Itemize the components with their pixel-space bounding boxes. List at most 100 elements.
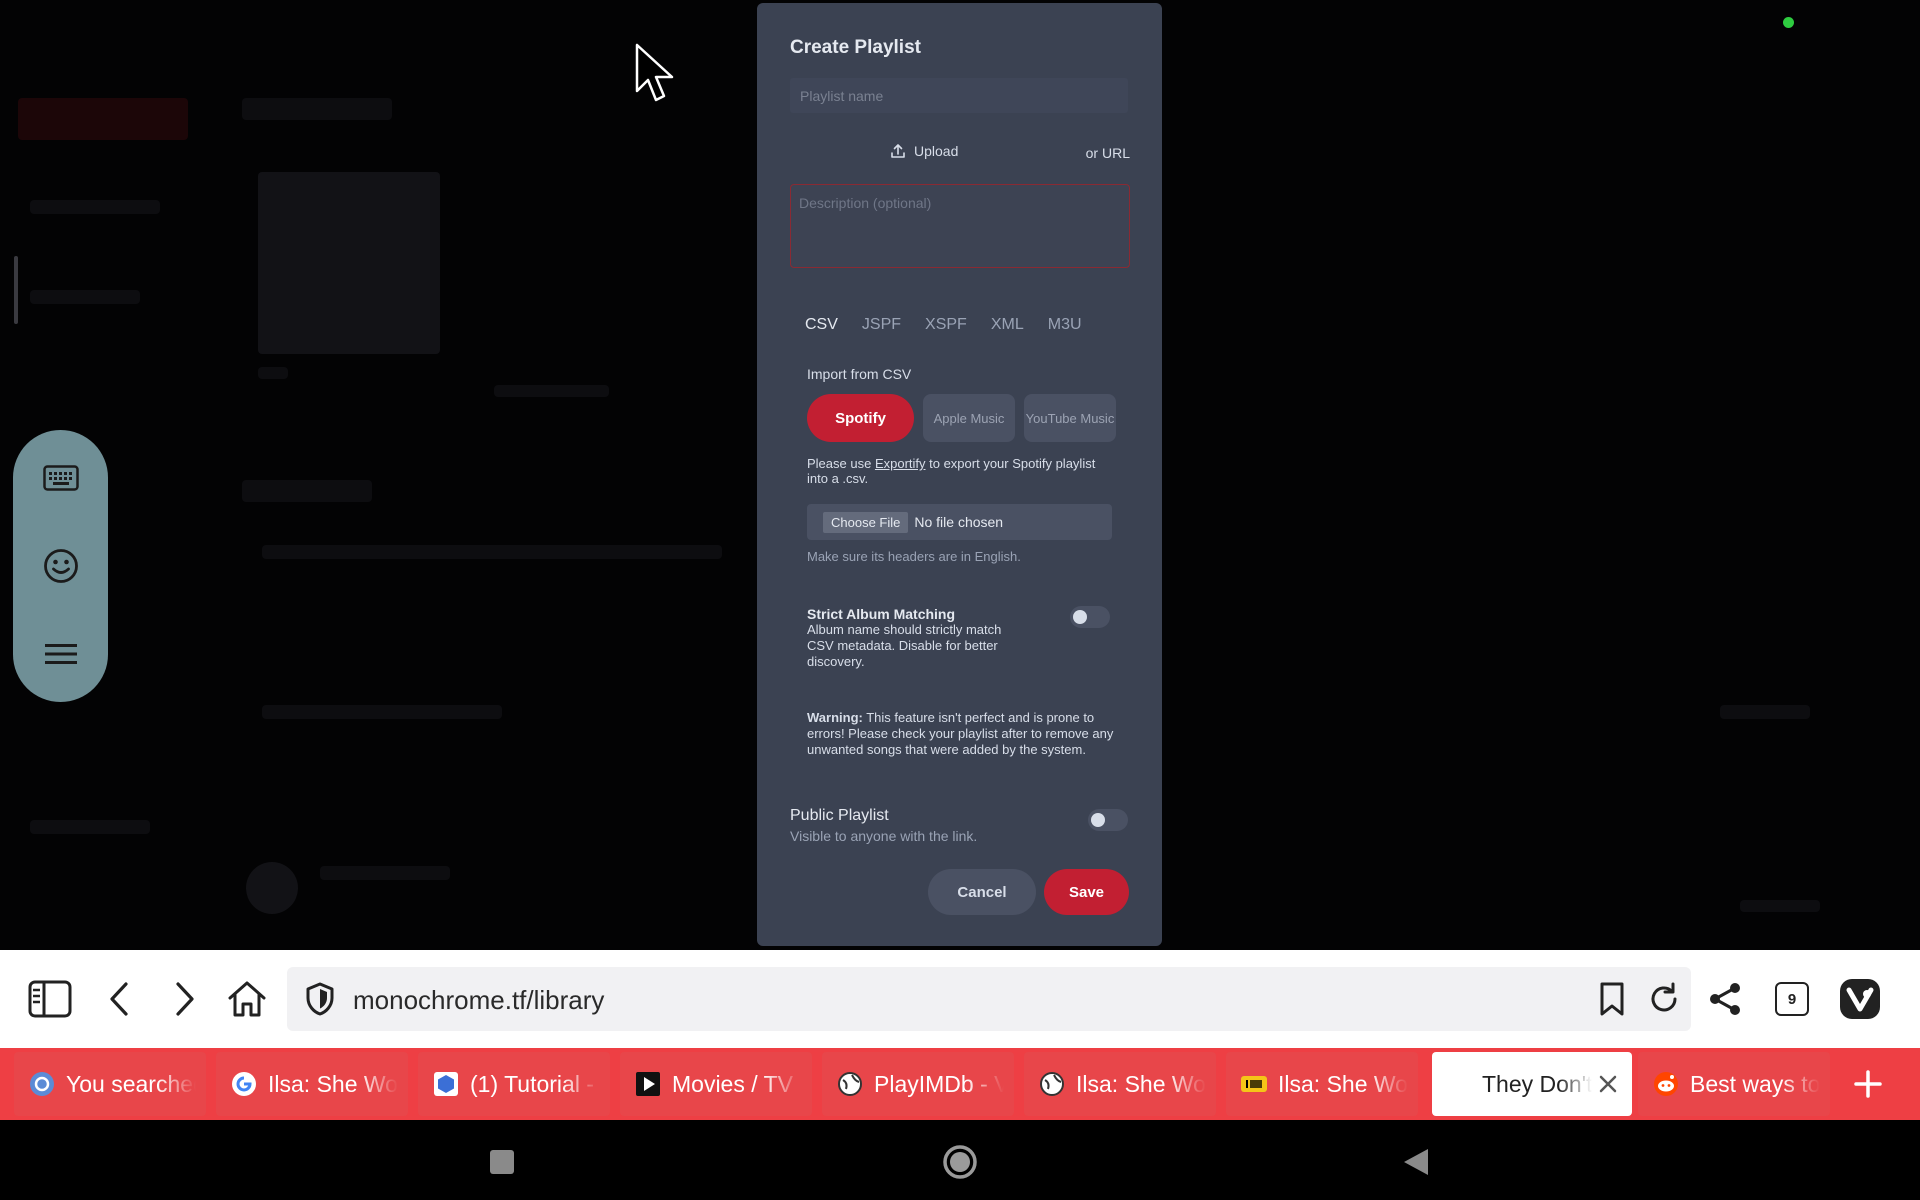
backdrop-text: [258, 367, 288, 379]
browser-tab[interactable]: Ilsa: She Wolf: [216, 1052, 408, 1116]
close-icon: [1599, 1075, 1617, 1093]
tab-title: (1) Tutorial -: [470, 1070, 594, 1097]
shield-icon: [306, 982, 334, 1016]
backdrop-row: [262, 705, 502, 719]
url-text[interactable]: monochrome.tf/library: [353, 985, 604, 1016]
backdrop-logo: [18, 98, 188, 140]
tab-title: Ilsa: She Wolf: [268, 1070, 398, 1097]
browser-tab[interactable]: Ilsa: She Wolf: [1024, 1052, 1216, 1116]
strict-matching-toggle[interactable]: [1070, 606, 1110, 628]
import-source-selector: Spotify Apple Music YouTube Music: [807, 394, 1116, 442]
backdrop-avatar: [246, 862, 298, 914]
close-tab-button[interactable]: [1594, 1070, 1622, 1098]
panel-toggle-button[interactable]: [22, 971, 78, 1027]
reload-button[interactable]: [1636, 971, 1692, 1027]
chevron-left-icon: [110, 982, 128, 1016]
csv-file-input[interactable]: Choose File No file chosen: [807, 504, 1112, 540]
keyboard-button[interactable]: [33, 450, 88, 505]
browser-toolbar: monochrome.tf/library 9: [0, 950, 1920, 1048]
upload-label: Upload: [914, 143, 959, 159]
recents-button[interactable]: [480, 1140, 524, 1184]
backdrop-heading: [242, 480, 372, 502]
or-url-link[interactable]: or URL: [1086, 145, 1130, 161]
share-button[interactable]: [1697, 971, 1753, 1027]
public-playlist-toggle[interactable]: [1088, 809, 1128, 831]
upload-button[interactable]: Upload: [890, 143, 958, 159]
home-nav-button[interactable]: [938, 1140, 982, 1184]
exportify-link[interactable]: Exportify: [875, 456, 926, 471]
youtube-music-source-button[interactable]: YouTube Music: [1024, 394, 1116, 442]
vivaldi-logo-icon: [1840, 979, 1880, 1019]
browser-tab[interactable]: (1) Tutorial -: [418, 1052, 610, 1116]
apple-music-source-button[interactable]: Apple Music: [923, 394, 1015, 442]
spotify-source-button[interactable]: Spotify: [807, 394, 914, 442]
warning-text: Warning: This feature isn't perfect and …: [807, 710, 1117, 758]
triangle-back-icon: [1404, 1149, 1428, 1175]
back-button[interactable]: [91, 971, 147, 1027]
headers-note: Make sure its headers are in English.: [807, 549, 1021, 564]
strict-matching-description: Album name should strictly match CSV met…: [807, 622, 1002, 669]
backdrop-text: [494, 385, 609, 397]
play-icon: [634, 1070, 662, 1098]
plus-icon: [1854, 1070, 1882, 1098]
strict-matching-title: Strict Album Matching: [807, 606, 956, 622]
tab-xml[interactable]: XML: [991, 316, 1024, 334]
choose-file-button[interactable]: Choose File: [823, 511, 909, 533]
mouse-cursor-icon: [635, 43, 674, 102]
bookmark-button[interactable]: [1584, 971, 1640, 1027]
browser-tab[interactable]: You searched: [14, 1052, 206, 1116]
tab-jspf[interactable]: JSPF: [862, 316, 901, 334]
cancel-button[interactable]: Cancel: [928, 869, 1036, 915]
circle-home-icon: [943, 1145, 977, 1179]
address-bar[interactable]: monochrome.tf/library: [287, 967, 1691, 1031]
back-nav-button[interactable]: [1394, 1140, 1438, 1184]
browser-tab[interactable]: Best ways to: [1638, 1052, 1830, 1116]
tab-switcher-button[interactable]: 9: [1764, 971, 1820, 1027]
toggle-knob: [1091, 813, 1105, 827]
menu-button[interactable]: [33, 626, 88, 681]
tab-title: Movies / TV: [672, 1070, 793, 1097]
backdrop-sidebar-item: [30, 820, 150, 834]
vivaldi-menu-button[interactable]: [1832, 971, 1888, 1027]
tab-title: Ilsa: She Wolf: [1278, 1070, 1408, 1097]
tab-title: Ilsa: She Wolf: [1076, 1070, 1206, 1097]
forward-button[interactable]: [157, 971, 213, 1027]
save-button[interactable]: Save: [1044, 869, 1129, 915]
tab-strip: You searched Ilsa: She Wolf (1) Tutorial…: [0, 1048, 1920, 1120]
warning-label: Warning:: [807, 710, 863, 725]
playlist-name-input[interactable]: [790, 78, 1128, 113]
reddit-icon: [1652, 1070, 1680, 1098]
backdrop-heading: [242, 98, 392, 120]
dialog-title: Create Playlist: [790, 37, 921, 58]
browser-tab[interactable]: Ilsa: She Wolf: [1226, 1052, 1418, 1116]
backdrop-sidebar-item: [30, 200, 160, 214]
smiley-icon: [43, 548, 78, 583]
tab-xspf[interactable]: XSPF: [925, 316, 967, 334]
home-button[interactable]: [219, 971, 275, 1027]
globe-icon: [836, 1070, 864, 1098]
format-tabs: CSV JSPF XSPF XML M3U: [805, 316, 1082, 334]
tab-m3u[interactable]: M3U: [1048, 316, 1082, 334]
tab-count-badge: 9: [1775, 982, 1809, 1016]
hamburger-icon: [44, 643, 77, 664]
floating-toolbar: [13, 430, 108, 702]
blue-cube-icon: [432, 1070, 460, 1098]
help-prefix: Please use: [807, 456, 875, 471]
scroll-indicator[interactable]: [14, 256, 18, 324]
tab-title: You searched: [66, 1070, 196, 1097]
backdrop-row: [262, 545, 722, 559]
emoji-button[interactable]: [33, 538, 88, 593]
backdrop-row: [1720, 705, 1810, 719]
browser-tab-active[interactable]: They Don't: [1432, 1052, 1632, 1116]
imdb-icon: [1240, 1070, 1268, 1098]
backdrop-text: [1740, 900, 1820, 912]
backdrop-thumbnail: [258, 172, 440, 354]
tab-csv[interactable]: CSV: [805, 316, 838, 334]
public-playlist-title: Public Playlist: [790, 807, 889, 824]
browser-tab[interactable]: Movies / TV: [620, 1052, 812, 1116]
backdrop-sidebar-item: [30, 290, 140, 304]
home-icon: [228, 981, 266, 1017]
new-tab-button[interactable]: [1840, 1060, 1896, 1108]
browser-tab[interactable]: PlayIMDb - V: [822, 1052, 1014, 1116]
description-textarea[interactable]: [790, 184, 1130, 268]
